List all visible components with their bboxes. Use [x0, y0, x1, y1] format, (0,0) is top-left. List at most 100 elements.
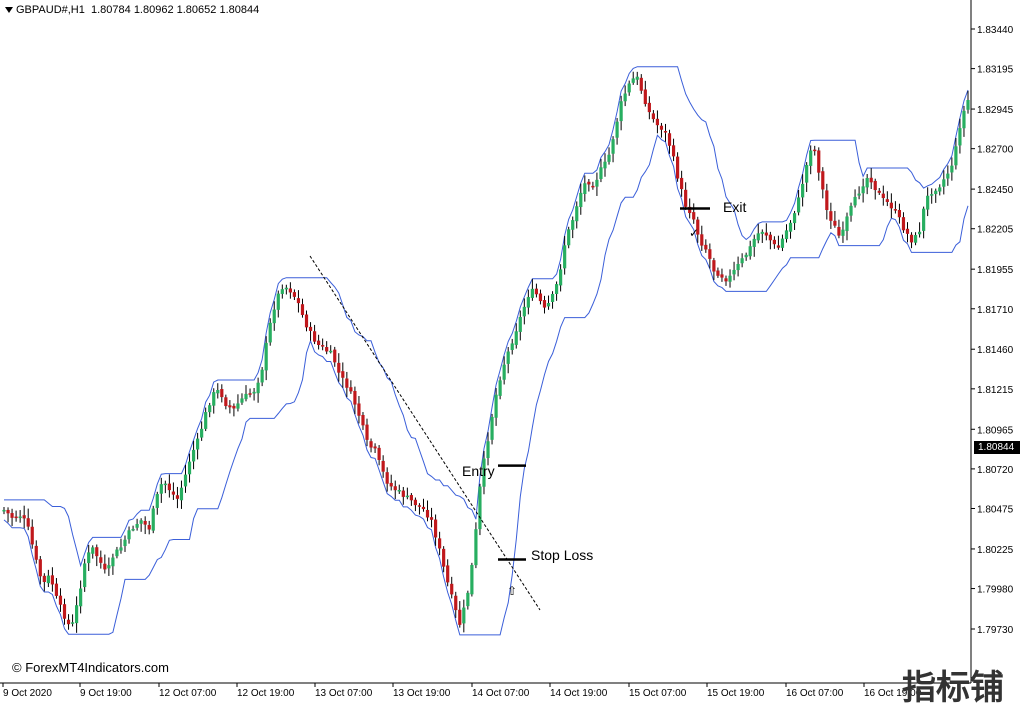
- bear-candle: [768, 234, 772, 241]
- bear-candle: [450, 583, 454, 595]
- bear-candle: [58, 595, 63, 605]
- x-tick-label: 13 Oct 19:00: [393, 688, 451, 699]
- bull-candle: [494, 394, 498, 418]
- bear-candle: [30, 526, 34, 545]
- bear-candle: [220, 389, 224, 398]
- up-arrow-icon: ⇧: [507, 584, 518, 598]
- x-tick-label: 15 Oct 19:00: [707, 688, 765, 699]
- bull-candle: [216, 389, 220, 394]
- bull-candle: [123, 539, 127, 547]
- bull-candle: [196, 438, 200, 450]
- chart-window[interactable]: 1.83440 1.83195 1.82945 1.82700 1.82450 1.822…: [0, 0, 1024, 708]
- bear-candle: [776, 245, 781, 248]
- bear-candle: [680, 177, 684, 190]
- bull-candle: [631, 78, 635, 83]
- bull-candle: [792, 213, 797, 224]
- checkmark-icon: ✓: [689, 226, 700, 240]
- entry-label: Entry: [462, 463, 495, 479]
- bull-candle: [200, 428, 204, 438]
- bear-candle: [885, 199, 889, 202]
- bull-candle: [256, 382, 260, 394]
- bear-candle: [312, 331, 317, 342]
- bull-candle: [550, 293, 555, 302]
- bull-candle: [913, 235, 918, 243]
- bear-candle: [893, 209, 897, 211]
- x-tick-label: 12 Oct 07:00: [159, 688, 217, 699]
- bull-candle: [244, 393, 248, 400]
- bear-candle: [353, 390, 357, 405]
- price-chart[interactable]: 1.83440 1.83195 1.82945 1.82700 1.82450 1.822…: [0, 0, 1024, 704]
- bull-candle: [191, 449, 196, 462]
- bull-candle: [635, 76, 639, 80]
- bear-candle: [38, 559, 42, 577]
- symbol-label: GBPAUD#,H1: [16, 4, 85, 16]
- y-tick-label: 1.82700: [977, 145, 1014, 156]
- bull-candle: [575, 206, 579, 222]
- bull-candle: [615, 121, 619, 138]
- bull-candle: [732, 269, 736, 275]
- bull-candle: [115, 549, 119, 557]
- y-tick-label: 1.83440: [977, 25, 1014, 36]
- bear-candle: [167, 483, 171, 491]
- bear-candle: [813, 149, 817, 152]
- x-tick-label: 12 Oct 19:00: [237, 688, 295, 699]
- bull-candle: [917, 231, 922, 235]
- bull-candle: [607, 154, 611, 162]
- bull-candle: [18, 516, 22, 519]
- chart-header: GBPAUD#,H1 1.80784 1.80962 1.80652 1.808…: [5, 4, 259, 16]
- bull-candle: [740, 258, 744, 264]
- bear-candle: [296, 298, 301, 304]
- bull-candle: [268, 322, 272, 343]
- bull-candle: [478, 486, 482, 530]
- bull-candle: [470, 564, 474, 595]
- bear-candle: [232, 405, 236, 409]
- y-tick-label: 1.81710: [977, 305, 1014, 316]
- watermark-logo: 指标铺: [902, 668, 1004, 708]
- bear-candle: [62, 604, 67, 619]
- bear-candle: [349, 387, 353, 392]
- bear-candle: [345, 378, 349, 388]
- y-tick-label: 1.82450: [977, 185, 1014, 196]
- bull-candle: [139, 520, 143, 524]
- bear-candle: [675, 156, 680, 179]
- bear-candle: [224, 397, 228, 407]
- bear-candle: [591, 185, 595, 188]
- bear-candle: [288, 288, 292, 293]
- bull-candle: [546, 303, 551, 307]
- bear-candle: [361, 414, 365, 426]
- bear-candle: [433, 519, 438, 538]
- bull-candle: [962, 110, 966, 129]
- bull-candle: [930, 194, 934, 196]
- bull-candle: [514, 331, 518, 345]
- bear-candle: [171, 491, 176, 495]
- bear-candle: [333, 349, 337, 363]
- bull-candle: [506, 351, 510, 364]
- x-tick-label: 14 Oct 07:00: [472, 688, 530, 699]
- bull-candle: [579, 192, 583, 208]
- bull-candle: [942, 179, 946, 187]
- bull-candle: [853, 196, 857, 206]
- stop-loss-label: Stop Loss: [531, 547, 594, 563]
- bull-candle: [958, 128, 962, 146]
- bear-candle: [413, 499, 418, 506]
- bear-candle: [869, 177, 873, 183]
- bear-candle: [720, 274, 724, 278]
- y-tick-label: 1.80720: [977, 465, 1014, 476]
- bull-candle: [518, 316, 522, 332]
- bull-candle: [240, 398, 244, 403]
- bear-candle: [829, 211, 833, 221]
- bear-candle: [724, 278, 728, 282]
- x-tick-label: 16 Oct 07:00: [786, 688, 844, 699]
- bear-candle: [300, 304, 305, 315]
- dropdown-triangle-icon[interactable]: [5, 7, 13, 14]
- x-tick-label: 9 Oct 19:00: [80, 688, 132, 699]
- bull-candle: [83, 563, 87, 588]
- bear-candle: [429, 517, 434, 520]
- bull-candle: [260, 369, 264, 383]
- bull-candle: [796, 197, 801, 213]
- bull-candle: [212, 392, 216, 406]
- bull-candle: [736, 263, 740, 271]
- bear-candle: [897, 209, 902, 218]
- y-tick-label: 1.80225: [977, 545, 1014, 556]
- bear-candle: [365, 424, 369, 440]
